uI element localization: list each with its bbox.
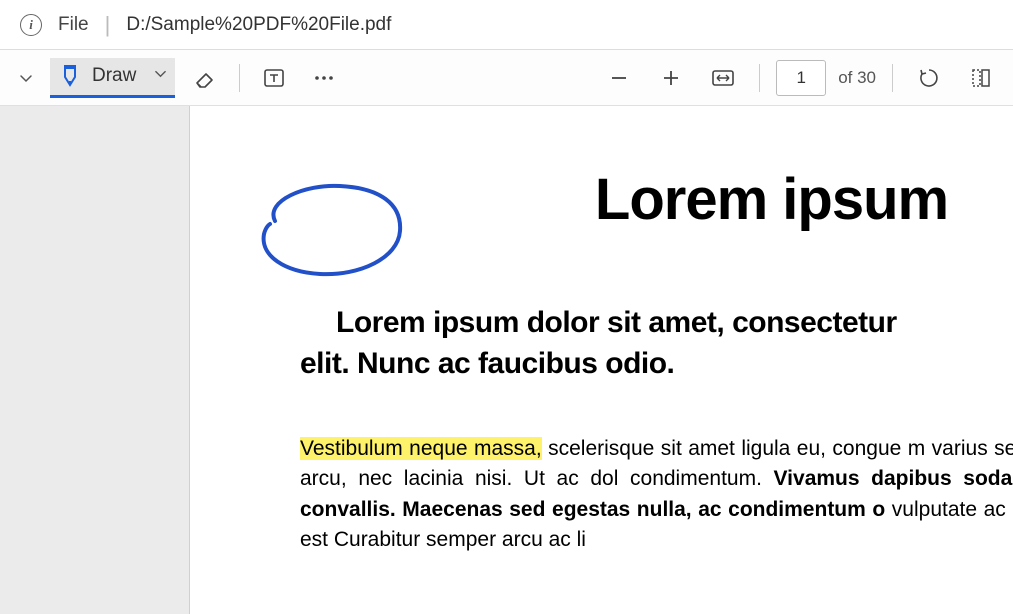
toolbar-divider (239, 64, 240, 92)
document-subheading: Lorem ipsum dolor sit amet, consectetur … (300, 303, 1013, 384)
document-body-paragraph: Vestibulum neque massa, scelerisque sit … (300, 434, 1013, 556)
document-title: Lorem ipsum (530, 166, 1013, 233)
zoom-in-button[interactable] (651, 58, 691, 98)
highlighted-text: Vestibulum neque massa, (300, 437, 542, 460)
page-number-input[interactable] (776, 60, 826, 96)
address-separator: | (105, 12, 111, 38)
draw-tool-button[interactable]: Draw (50, 58, 175, 98)
pdf-viewer: Lorem ipsum Lorem ipsum dolor sit amet, … (0, 106, 1013, 614)
page-view-icon (970, 67, 992, 89)
fit-width-icon (711, 68, 735, 88)
pdf-page[interactable]: Lorem ipsum Lorem ipsum dolor sit amet, … (190, 106, 1013, 614)
chevron-down-icon (154, 67, 167, 80)
url-scheme-label: File (58, 14, 89, 36)
more-tools-button[interactable] (304, 58, 344, 98)
page-view-button[interactable] (961, 58, 1001, 98)
draw-tool-label: Draw (92, 65, 136, 87)
address-bar: i File | D:/Sample%20PDF%20File.pdf (0, 0, 1013, 50)
chevron-down-icon (19, 71, 33, 85)
toolbar-divider (892, 64, 893, 92)
erase-tool-button[interactable] (185, 58, 225, 98)
rotate-button[interactable] (909, 58, 949, 98)
file-path-text[interactable]: D:/Sample%20PDF%20File.pdf (126, 14, 391, 36)
plus-icon (661, 68, 681, 88)
toolbar-divider (759, 64, 760, 92)
eraser-icon (193, 66, 217, 90)
thumbnails-panel[interactable] (0, 106, 190, 614)
page-total-label: of 30 (838, 68, 876, 88)
text-tool-button[interactable] (254, 58, 294, 98)
minus-icon (609, 68, 629, 88)
pen-icon (58, 64, 82, 88)
draw-options-chevron[interactable] (154, 67, 167, 85)
rotate-icon (918, 67, 940, 89)
toolbar-expand-button[interactable] (12, 60, 40, 96)
fit-width-button[interactable] (703, 58, 743, 98)
more-horizontal-icon (312, 66, 336, 90)
pdf-toolbar: Draw of 30 (0, 50, 1013, 106)
site-info-icon[interactable]: i (20, 14, 42, 36)
ink-annotation[interactable] (250, 176, 420, 296)
zoom-out-button[interactable] (599, 58, 639, 98)
text-icon (262, 66, 286, 90)
